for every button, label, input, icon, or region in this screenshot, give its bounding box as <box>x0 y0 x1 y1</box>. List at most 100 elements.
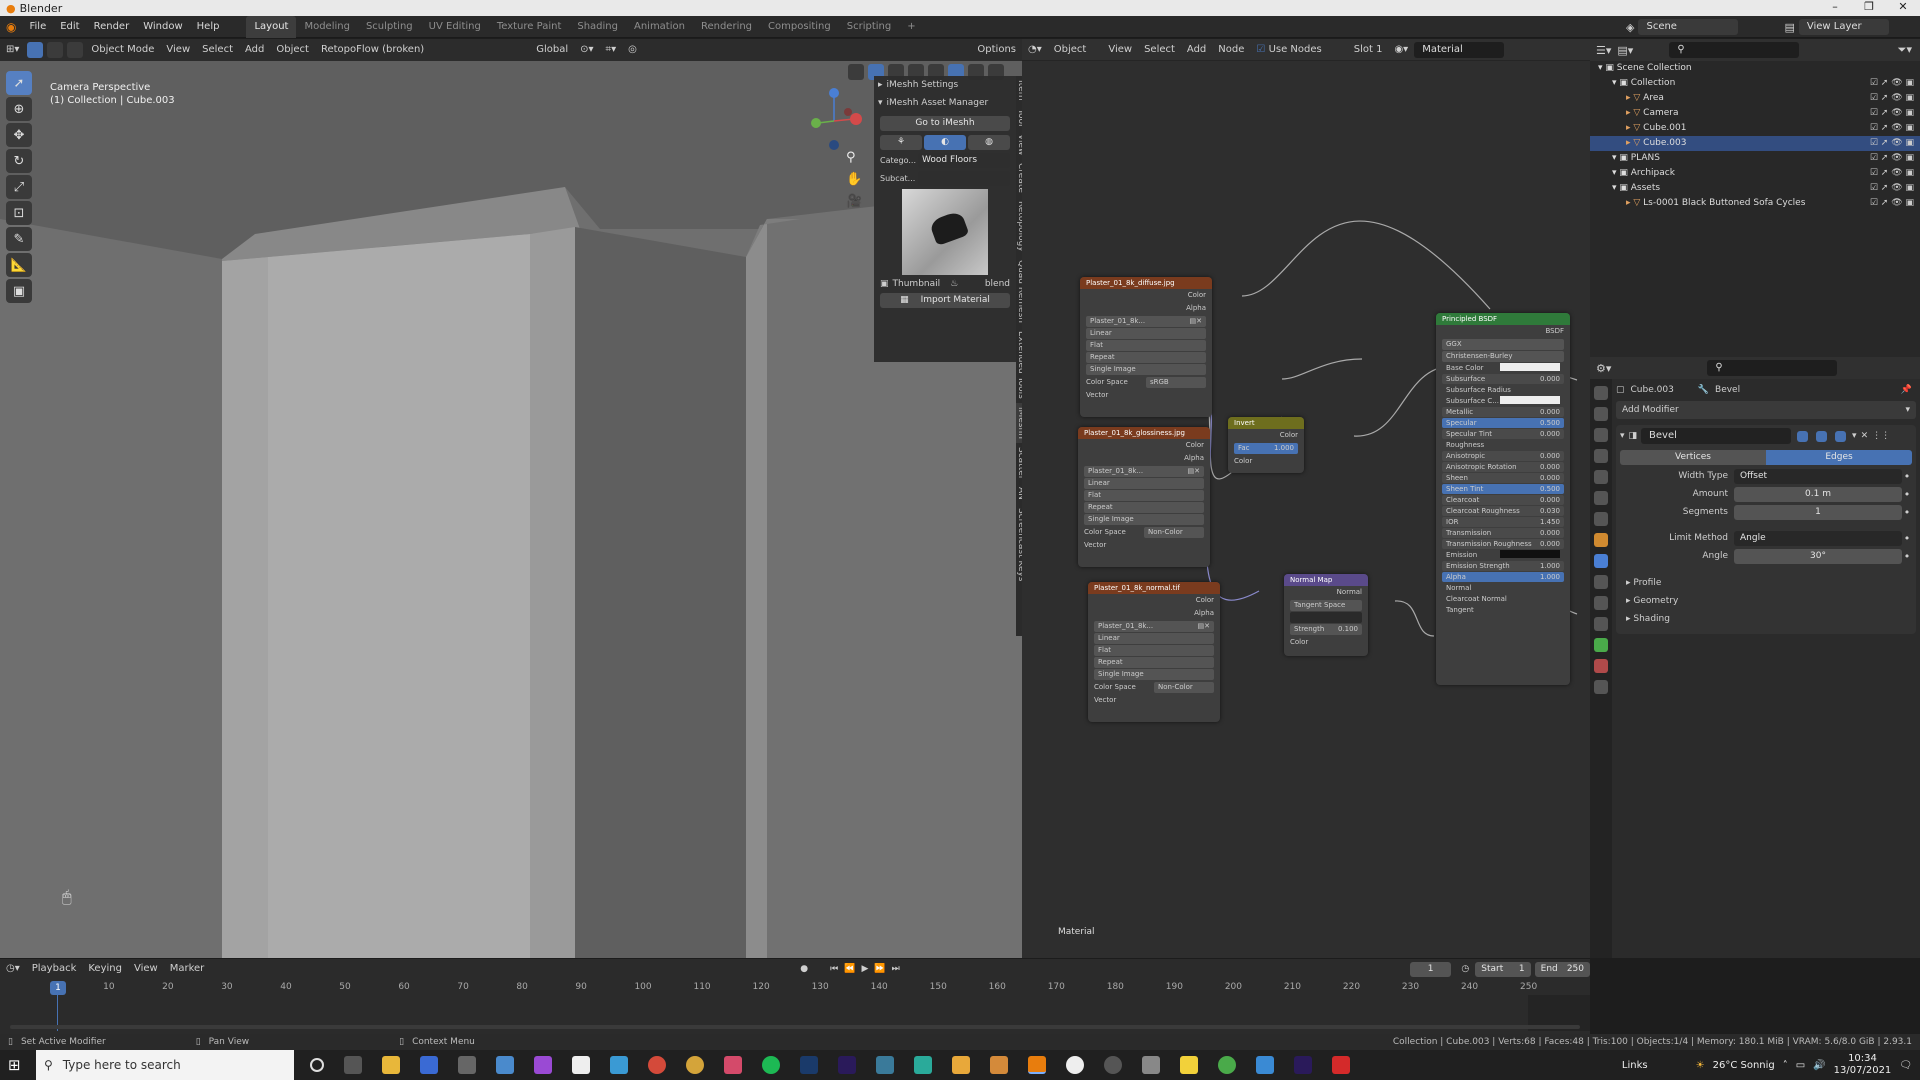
image-texture-node-diffuse[interactable]: Plaster_01_8k_diffuse.jpg Color Alpha Pl… <box>1080 277 1212 417</box>
color-space-selector[interactable]: Non-Color <box>1154 682 1214 693</box>
modifier-name-field[interactable]: Bevel <box>1641 428 1792 444</box>
next-keyframe-icon[interactable]: ⏩ <box>874 964 885 974</box>
image-selector[interactable]: Plaster_01_8k... ▤✕ <box>1086 316 1206 327</box>
tab-uv-editing[interactable]: UV Editing <box>421 16 489 38</box>
spotify-icon[interactable] <box>762 1056 780 1074</box>
restriction-toggles[interactable]: ☑ ➚ 👁 ▣ <box>1870 91 1914 106</box>
bsdf-input-row[interactable]: Subsurface Radius <box>1442 385 1564 395</box>
interpolation-selector[interactable]: Linear <box>1084 478 1204 489</box>
menu-add[interactable]: Add <box>239 39 270 61</box>
projection-selector[interactable]: Flat <box>1084 490 1204 501</box>
bsdf-input-row[interactable]: Specular 0.500 <box>1442 418 1564 428</box>
keyframe-dot-icon[interactable]: • <box>1902 506 1912 519</box>
bsdf-input-row[interactable]: Transmission Roughness 0.000 <box>1442 539 1564 549</box>
color-space-selector[interactable]: sRGB <box>1146 377 1206 388</box>
filter-icon[interactable]: ⏷▾ <box>1898 43 1912 57</box>
calculator-icon[interactable] <box>458 1056 476 1074</box>
timeline-scrollbar[interactable] <box>10 1025 1580 1029</box>
editor-type-icon[interactable]: ⊞▾ <box>0 39 25 61</box>
menu-file[interactable]: File <box>22 16 53 38</box>
links-toolbar[interactable]: Links <box>1622 1060 1648 1071</box>
add-modifier-button[interactable]: Add Modifier ▾ <box>1616 401 1916 419</box>
amount-field[interactable]: 0.1 m <box>1734 486 1902 502</box>
app-icon-6[interactable] <box>914 1056 932 1074</box>
sticky-notes-icon[interactable] <box>1180 1056 1198 1074</box>
extension-selector[interactable]: Repeat <box>1094 657 1214 668</box>
minimize-button[interactable]: – <box>1818 0 1852 13</box>
frame-ruler[interactable]: 1102030405060708090100110120130140150160… <box>0 981 1590 997</box>
app-icon-3[interactable] <box>610 1056 628 1074</box>
pan-hand-icon[interactable]: ✋ <box>846 169 862 191</box>
scale-tool-icon[interactable]: ⤢ <box>6 175 32 199</box>
keyframe-dot-icon[interactable]: • <box>1902 532 1912 545</box>
bsdf-input-row[interactable]: Specular Tint 0.000 <box>1442 429 1564 439</box>
constraints-tab-icon[interactable] <box>1594 617 1608 631</box>
restriction-toggles[interactable]: ☑ ➚ 👁 ▣ <box>1870 181 1914 196</box>
app-icon-2[interactable] <box>496 1056 514 1074</box>
restriction-toggles[interactable]: ☑ ➚ 👁 ▣ <box>1870 76 1914 91</box>
outliner-item[interactable]: ▸ ▽ Cube.003 ☑ ➚ 👁 ▣ <box>1590 136 1920 151</box>
select-box-icon[interactable] <box>27 42 44 58</box>
collection-tab-icon[interactable] <box>1594 512 1608 526</box>
material-tab-icon[interactable] <box>1594 659 1608 673</box>
add-cube-tool-icon[interactable]: ▣ <box>6 279 32 303</box>
space-selector[interactable]: Tangent Space <box>1290 600 1362 611</box>
outliner-item[interactable]: ▸ ▽ Ls-0001 Black Buttoned Sofa Cycles ☑ … <box>1590 196 1920 211</box>
tab-scripting[interactable]: Scripting <box>839 16 899 38</box>
start-button-icon[interactable]: ⊞ <box>8 1056 21 1074</box>
current-frame-field[interactable]: 1 <box>1409 961 1452 977</box>
bsdf-input-row[interactable]: Anisotropic 0.000 <box>1442 451 1564 461</box>
weather-text[interactable]: 26°C Sonnig <box>1713 1060 1775 1071</box>
bsdf-input-row[interactable]: Sheen Tint 0.500 <box>1442 484 1564 494</box>
maximize-button[interactable]: ❐ <box>1852 0 1886 13</box>
visibility-icon[interactable] <box>848 64 864 80</box>
modifier-tab-icon[interactable] <box>1594 554 1608 568</box>
keyframe-dot-icon[interactable]: • <box>1902 470 1912 483</box>
bsdf-input-row[interactable]: Sheen 0.000 <box>1442 473 1564 483</box>
chrome-icon-3[interactable] <box>1218 1056 1236 1074</box>
3d-viewport[interactable]: ⊞▾ Object Mode View Select Add Object Re… <box>0 39 1022 958</box>
import-material-button[interactable]: ▦ Import Material <box>880 293 1010 308</box>
outliner-item[interactable]: ▾ ▣ Collection ☑ ➚ 👁 ▣ <box>1590 76 1920 91</box>
image-selector[interactable]: Plaster_01_8k... ▤✕ <box>1094 621 1214 632</box>
bsdf-input-row[interactable]: Transmission 0.000 <box>1442 528 1564 538</box>
jump-end-icon[interactable]: ⏭ <box>892 964 900 974</box>
interpolation-selector[interactable]: Linear <box>1094 633 1214 644</box>
blender-taskbar-icon[interactable] <box>1028 1056 1046 1074</box>
image-browse-icon[interactable]: ▤✕ <box>1198 621 1210 632</box>
shading-subpanel[interactable]: ▸ Shading <box>1626 610 1912 628</box>
image-browse-icon[interactable]: ▤✕ <box>1188 466 1200 477</box>
network-icon[interactable]: ▭ <box>1796 1060 1805 1071</box>
collapse-arrow-icon[interactable]: ▾ <box>1620 431 1625 441</box>
segments-field[interactable]: 1 <box>1734 504 1902 520</box>
bsdf-input-row[interactable]: Anisotropic Rotation 0.000 <box>1442 462 1564 472</box>
viewport-toggle-icon[interactable] <box>1816 430 1828 442</box>
outliner-item[interactable]: ▾ ▣ PLANS ☑ ➚ 👁 ▣ <box>1590 151 1920 166</box>
premiere-icon[interactable] <box>1294 1056 1312 1074</box>
select-mode-icon[interactable] <box>47 42 64 58</box>
models-mode-icon[interactable]: ⚘ <box>880 135 922 150</box>
bsdf-input-row[interactable]: Clearcoat Normal <box>1442 594 1564 604</box>
outliner-item[interactable]: ▸ ▽ Camera ☑ ➚ 👁 ▣ <box>1590 106 1920 121</box>
projection-selector[interactable]: Flat <box>1094 645 1214 656</box>
thumbnail-checkbox-icon[interactable]: ▣ <box>880 279 889 289</box>
close-button[interactable]: ✕ <box>1886 0 1920 13</box>
bsdf-input-row[interactable]: Roughness <box>1442 440 1564 450</box>
image-texture-node-glossiness[interactable]: Plaster_01_8k_glossiness.jpg Color Alpha… <box>1078 427 1210 567</box>
cortana-icon[interactable] <box>310 1058 324 1072</box>
tab-animation[interactable]: Animation <box>626 16 693 38</box>
mode-selector[interactable]: Object Mode <box>85 39 160 61</box>
orientation-selector[interactable]: Global <box>530 39 574 61</box>
projection-selector[interactable]: Flat <box>1086 340 1206 351</box>
editor-type-icon[interactable]: ⚙▾ <box>1596 362 1611 375</box>
bsdf-input-row[interactable]: Emission <box>1442 550 1564 560</box>
image-texture-node-normal[interactable]: Plaster_01_8k_normal.tif Color Alpha Pla… <box>1088 582 1220 722</box>
menu-marker[interactable]: Marker <box>164 958 211 980</box>
options-menu[interactable]: Options <box>971 39 1022 61</box>
preview-range-icon[interactable]: ◷ <box>1461 964 1469 974</box>
material-thumbnail[interactable] <box>902 189 988 275</box>
app-icon-11[interactable] <box>1256 1056 1274 1074</box>
uv-map-field[interactable] <box>1290 612 1362 623</box>
principled-bsdf-node[interactable]: Principled BSDF BSDF GGX Christensen-Bur… <box>1436 313 1570 685</box>
distribution-selector[interactable]: GGX <box>1442 339 1564 350</box>
